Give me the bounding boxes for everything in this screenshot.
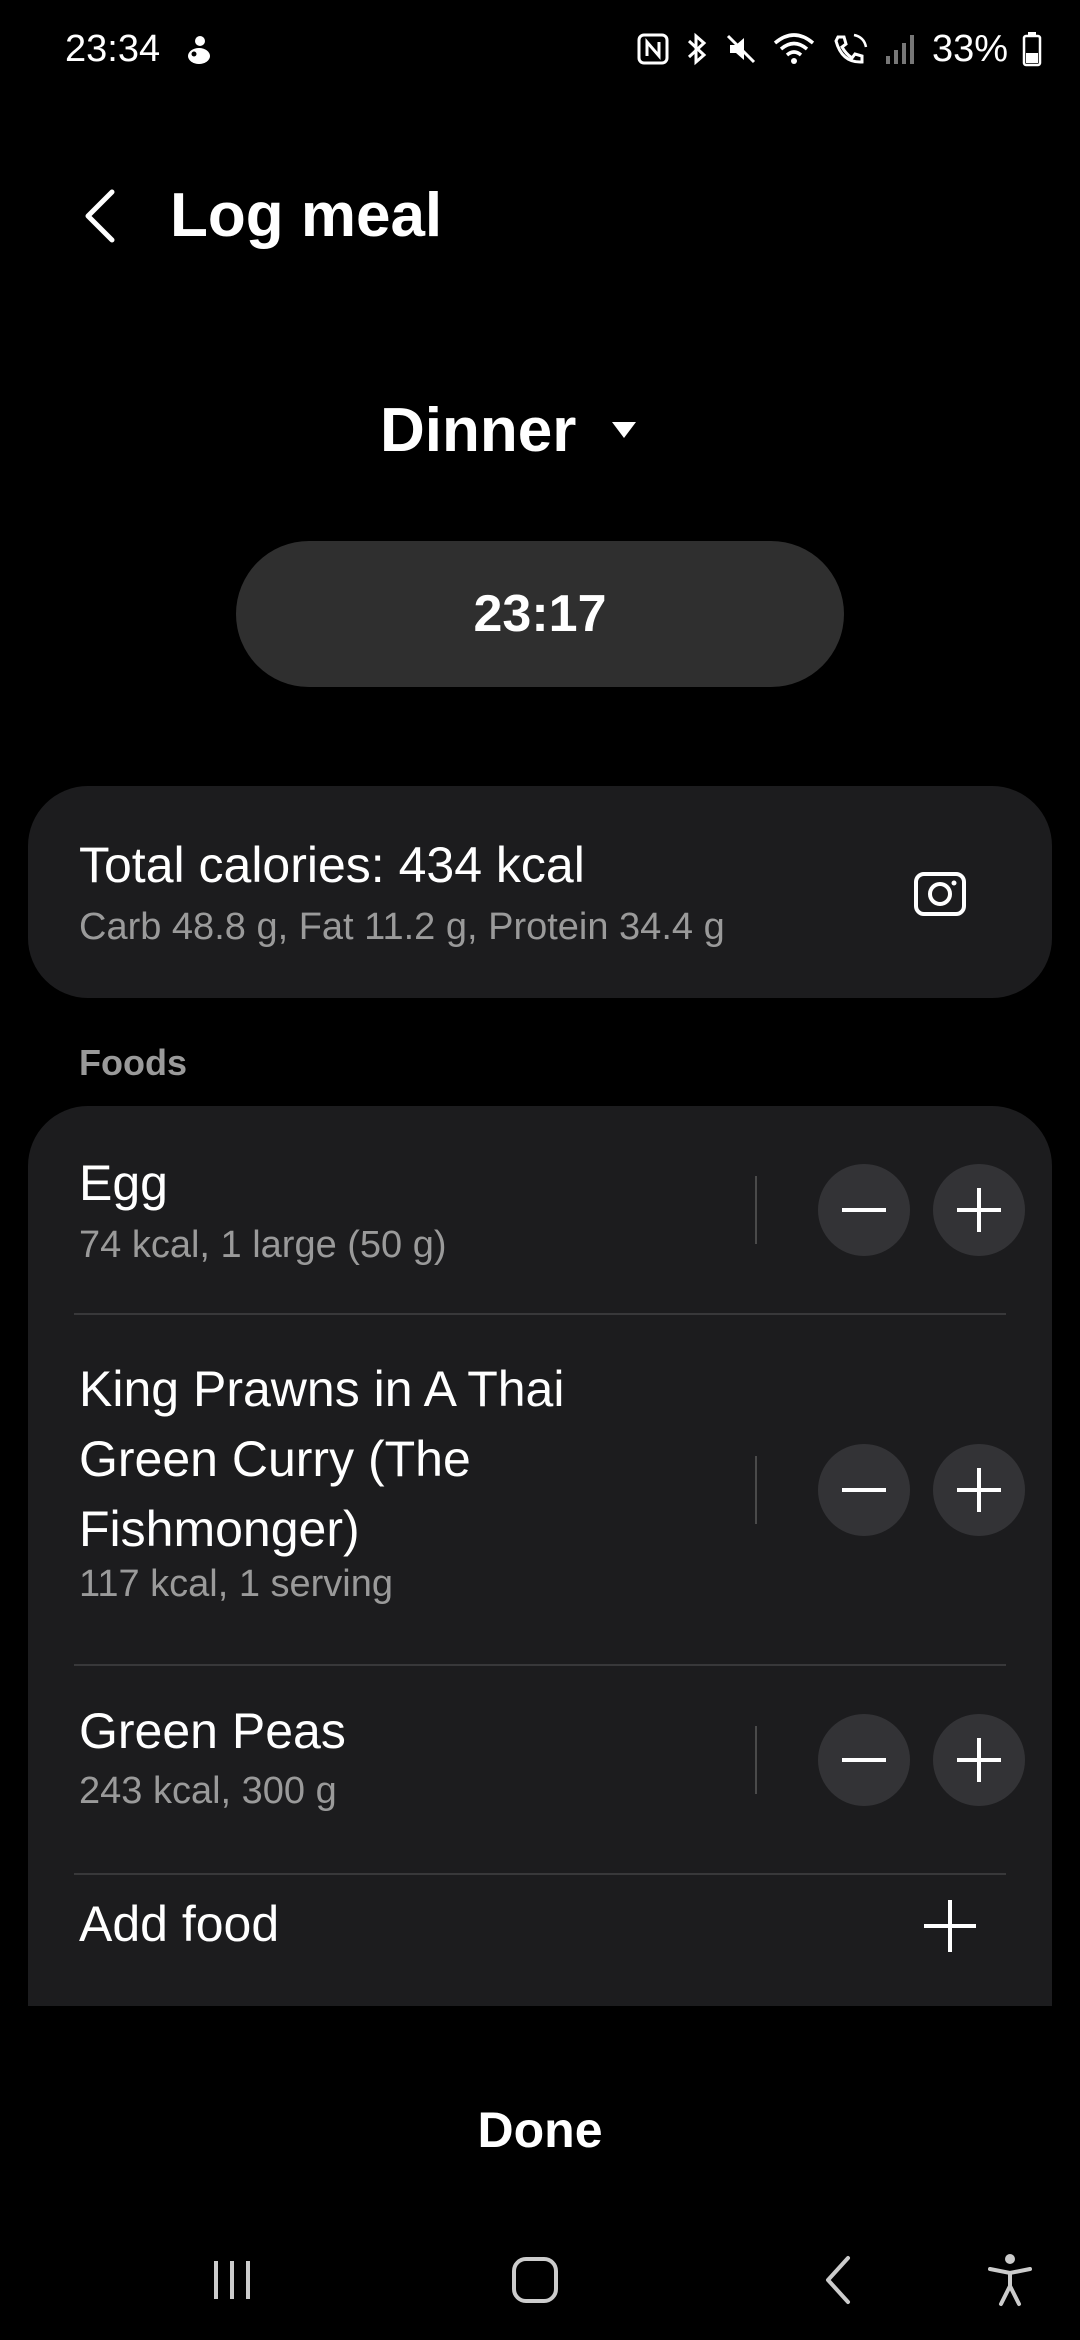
wifi-calling-icon xyxy=(834,33,868,64)
calories-summary-card: Total calories: 434 kcal Carb 48.8 g, Fa… xyxy=(28,786,1052,998)
mute-icon xyxy=(726,34,755,64)
plus-icon xyxy=(957,1188,1001,1232)
bluetooth-icon xyxy=(687,32,707,66)
food-detail: 117 kcal, 1 serving xyxy=(79,1563,394,1605)
nav-back-button[interactable] xyxy=(788,2240,888,2320)
divider xyxy=(755,1176,757,1244)
app-notification-icon xyxy=(188,36,210,64)
food-item[interactable]: Green Peas 243 kcal, 300 g xyxy=(28,1666,1052,1874)
plus-icon xyxy=(924,1900,976,1952)
minus-icon xyxy=(842,1208,886,1212)
accessibility-icon xyxy=(988,2254,1032,2306)
minus-icon xyxy=(842,1758,886,1762)
status-bar: 23:34 33% xyxy=(0,0,1080,100)
back-icon xyxy=(826,2256,850,2304)
food-name: King Prawns in A Thai Green Curry (The F… xyxy=(79,1361,565,1557)
increase-button[interactable] xyxy=(933,1164,1025,1256)
decrease-button[interactable] xyxy=(818,1444,910,1536)
divider xyxy=(755,1726,757,1794)
food-name: Egg xyxy=(79,1155,168,1211)
quantity-controls xyxy=(755,1164,1035,1256)
meal-type-label: Dinner xyxy=(380,395,577,465)
food-detail: 74 kcal, 1 large (50 g) xyxy=(79,1224,447,1266)
foods-section-label: Foods xyxy=(79,1042,187,1083)
back-button[interactable] xyxy=(68,178,132,254)
increase-button[interactable] xyxy=(933,1714,1025,1806)
food-item[interactable]: Egg 74 kcal, 1 large (50 g) xyxy=(28,1106,1052,1314)
meal-time-button[interactable]: 23:17 xyxy=(236,541,844,687)
food-item[interactable]: King Prawns in A Thai Green Curry (The F… xyxy=(28,1315,1052,1665)
minus-icon xyxy=(842,1488,886,1492)
wifi-icon xyxy=(773,33,815,64)
plus-icon xyxy=(957,1738,1001,1782)
food-detail: 243 kcal, 300 g xyxy=(79,1770,337,1812)
increase-button[interactable] xyxy=(933,1444,1025,1536)
camera-icon xyxy=(914,872,966,916)
system-nav-bar xyxy=(0,2220,1080,2340)
add-food-label: Add food xyxy=(79,1896,280,1952)
recent-apps-button[interactable] xyxy=(182,2240,282,2320)
recent-apps-icon xyxy=(214,2261,250,2299)
decrease-button[interactable] xyxy=(818,1164,910,1256)
food-name: Green Peas xyxy=(79,1703,346,1759)
add-icon xyxy=(915,1891,985,1961)
home-icon xyxy=(512,2257,558,2303)
divider xyxy=(755,1456,757,1524)
plus-icon xyxy=(957,1468,1001,1512)
home-button[interactable] xyxy=(485,2240,585,2320)
foods-list: Egg 74 kcal, 1 large (50 g) King Prawns … xyxy=(28,1106,1052,2006)
signal-icon xyxy=(885,35,914,64)
battery-percentage: 33% xyxy=(931,27,1008,70)
status-icons: 33% xyxy=(636,24,1042,74)
done-button[interactable]: Done xyxy=(400,2090,680,2170)
nfc-icon xyxy=(637,33,669,65)
camera-button[interactable] xyxy=(904,856,976,928)
accessibility-button[interactable] xyxy=(960,2240,1060,2320)
done-label: Done xyxy=(477,2102,603,2158)
quantity-controls xyxy=(755,1444,1035,1536)
page-title: Log meal xyxy=(170,181,443,250)
dropdown-arrow-icon xyxy=(612,422,637,438)
battery-icon xyxy=(1022,32,1042,67)
meal-time-value: 23:17 xyxy=(473,585,607,643)
status-time: 23:34 xyxy=(65,28,161,70)
macros-summary: Carb 48.8 g, Fat 11.2 g, Protein 34.4 g xyxy=(79,906,725,948)
meal-type-dropdown[interactable]: Dinner xyxy=(380,390,638,470)
add-food-button[interactable]: Add food xyxy=(28,1875,1052,2003)
decrease-button[interactable] xyxy=(818,1714,910,1806)
total-calories: Total calories: 434 kcal xyxy=(79,837,585,893)
quantity-controls xyxy=(755,1714,1035,1806)
back-chevron-icon xyxy=(85,189,115,243)
